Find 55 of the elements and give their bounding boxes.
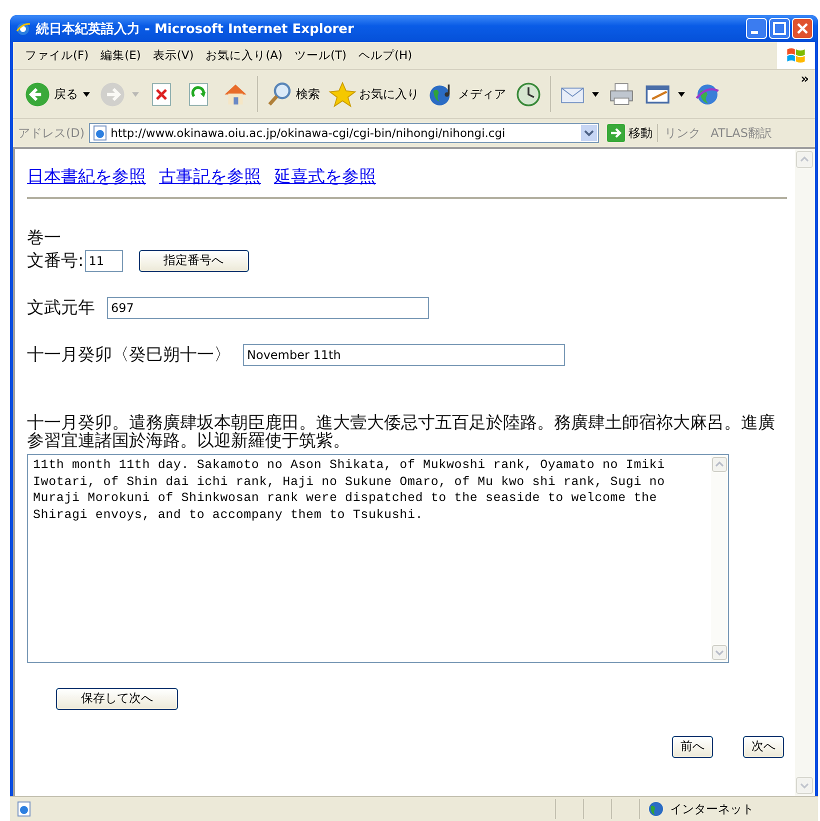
- scroll-down-icon[interactable]: [796, 777, 813, 794]
- menu-item[interactable]: お気に入り(A): [200, 48, 289, 63]
- number-field[interactable]: 11: [84, 250, 123, 272]
- caret-icon: [83, 92, 90, 96]
- translation-field[interactable]: 11th month 11th day. Sakamoto no Ason Shikata, of Mukwoshi rank, Oyamato no Imiki Iwotari, of Shin dai ichi rank, Haji no Sukune Omaro, of Mu kwo shi rank, Sugi no Muraji Morokuni of Shinkwosan rank were dispatched to the seaside to welcome the Shiragi envoys, and to accompany them to Tsukushi.: [27, 454, 729, 663]
- minimize-icon[interactable]: [746, 18, 767, 39]
- page-link[interactable]: 日本書紀を参照: [27, 165, 146, 188]
- menu-item[interactable]: 表示(V): [146, 48, 200, 63]
- menu-item[interactable]: 編集(E): [94, 48, 147, 63]
- date-field[interactable]: November 11th: [243, 344, 565, 366]
- caret-icon: [678, 92, 685, 96]
- toolbar-button[interactable]: お気に入り: [324, 75, 423, 113]
- scroll-down-icon[interactable]: [712, 645, 727, 660]
- era-label: 文武元年: [27, 297, 95, 319]
- globe-icon: [648, 801, 664, 817]
- page-scrollbar[interactable]: [795, 149, 815, 796]
- volume-label: 巻一: [27, 227, 62, 249]
- toolbar-button[interactable]: メディア: [423, 75, 510, 113]
- menu-item[interactable]: ヘルプ(H): [352, 48, 418, 63]
- toolbar-button[interactable]: 検索: [261, 75, 324, 113]
- menu-item[interactable]: ファイル(F): [19, 48, 95, 63]
- toolbar-overflow-button[interactable]: »: [800, 72, 809, 87]
- number-label: 文番号:: [27, 250, 84, 272]
- menu-item[interactable]: ツール(T): [288, 48, 353, 63]
- go-button[interactable]: 移動: [602, 124, 658, 142]
- jump-button[interactable]: 指定番号へ: [138, 250, 249, 272]
- caret-icon: [592, 92, 599, 96]
- scroll-up-icon[interactable]: [712, 457, 727, 472]
- star-icon: [328, 80, 357, 108]
- year-field[interactable]: 697: [107, 296, 429, 318]
- original-text: 十一月癸卯。遣務廣肆坂本朝臣鹿田。進大壹大倭忌寸五百足於陸路。務廣肆土師宿祢大麻呂。進廣参習宜連諸国於海路。以迎新羅使于筑紫。: [27, 414, 776, 450]
- window-title: 続日本紀英語入力 - Microsoft Internet Explorer: [36, 20, 355, 38]
- windows-logo-icon: [777, 42, 815, 69]
- next-button[interactable]: 次へ: [743, 736, 784, 758]
- caret-icon: [132, 92, 139, 96]
- date-label: 十一月癸卯〈癸巳朔十一〉: [27, 344, 231, 366]
- previous-button[interactable]: 前へ: [672, 736, 713, 758]
- scroll-up-icon[interactable]: [796, 151, 813, 168]
- forward-icon: [98, 80, 127, 108]
- history-icon: [514, 80, 543, 108]
- back-icon: [23, 80, 52, 108]
- page-icon: [16, 801, 32, 817]
- page-link[interactable]: 延喜式を参照: [274, 165, 376, 188]
- ie-icon: [15, 20, 31, 36]
- address-field[interactable]: http://www.okinawa.oiu.ac.jp/okinawa-cgi/cgi-bin/nihongi/nihongi.cgi: [88, 123, 599, 143]
- vertical-scrollbar[interactable]: [711, 455, 728, 662]
- save-button[interactable]: 保存して次へ: [56, 688, 178, 710]
- page-icon: [92, 125, 108, 141]
- page-link[interactable]: 古事記を参照: [159, 165, 261, 188]
- zone-label: インターネット: [670, 800, 754, 818]
- dropdown-icon[interactable]: [580, 125, 597, 141]
- maximize-icon[interactable]: [769, 18, 790, 39]
- close-icon[interactable]: [792, 18, 813, 39]
- toolbar-button[interactable]: 戻る: [19, 75, 94, 113]
- address-label: アドレス(D): [18, 124, 85, 142]
